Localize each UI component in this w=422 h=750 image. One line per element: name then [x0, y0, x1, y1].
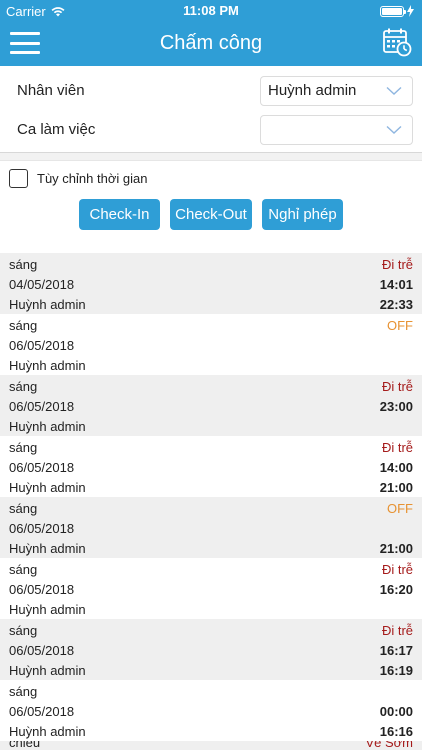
- record-status: OFF: [387, 501, 413, 516]
- record-time-in: 00:00: [379, 704, 413, 719]
- record-time-in: 14:01: [379, 277, 413, 292]
- record-status: OFF: [387, 318, 413, 333]
- record-shift: sáng: [9, 623, 38, 638]
- record-date: 06/05/2018: [9, 704, 75, 719]
- record-time-in: 16:20: [379, 582, 413, 597]
- section-divider: [0, 152, 422, 161]
- record-status: Đi trễ: [381, 379, 413, 394]
- record-status: Đi trễ: [381, 257, 413, 272]
- battery-indicator: [380, 5, 414, 17]
- record-date: 06/05/2018: [9, 338, 75, 353]
- record-employee: Huỳnh admin: [9, 724, 86, 739]
- record-employee: Huỳnh admin: [9, 541, 86, 556]
- record-time-out: 16:16: [379, 724, 413, 739]
- record-employee: Huỳnh admin: [9, 297, 86, 312]
- list-item[interactable]: sáng 06/05/2018 Huỳnh admin Đi trễ 14:00…: [0, 436, 422, 497]
- record-shift: sáng: [9, 501, 38, 516]
- check-in-button[interactable]: Check-In: [79, 199, 160, 230]
- list-item[interactable]: sáng 06/05/2018 Huỳnh admin OFF: [0, 314, 422, 375]
- charging-bolt-icon: [407, 5, 414, 17]
- shift-select[interactable]: [260, 114, 413, 145]
- navigation-bar: Chấm công: [0, 22, 422, 66]
- shift-label: Ca làm việc: [17, 121, 96, 138]
- record-shift: sáng: [9, 440, 38, 455]
- custom-time-label: Tùy chỉnh thời gian: [37, 171, 148, 186]
- list-item[interactable]: sáng 04/05/2018 Huỳnh admin Đi trễ 14:01…: [0, 253, 422, 314]
- employee-select[interactable]: Huỳnh admin: [260, 75, 413, 106]
- record-time-out: 21:00: [379, 541, 413, 556]
- record-status: Đi trễ: [381, 562, 413, 577]
- record-time-out: 16:19: [379, 663, 413, 678]
- record-status: Đi trễ: [381, 440, 413, 455]
- record-employee: Huỳnh admin: [9, 419, 86, 434]
- record-time-in: 14:00: [379, 460, 413, 475]
- record-status: Đi trễ: [381, 623, 413, 638]
- record-time-in: 23:00: [379, 399, 413, 414]
- record-shift: sáng: [9, 318, 38, 333]
- record-employee: Huỳnh admin: [9, 663, 86, 678]
- record-date: 06/05/2018: [9, 521, 75, 536]
- shift-row: Ca làm việc: [0, 110, 422, 149]
- employee-select-value: Huỳnh admin: [268, 82, 357, 99]
- record-shift: sáng: [9, 379, 38, 394]
- custom-time-checkbox[interactable]: [9, 169, 28, 188]
- employee-label: Nhân viên: [17, 82, 85, 99]
- record-shift: chiều: [9, 741, 41, 750]
- check-out-button[interactable]: Check-Out: [170, 199, 252, 230]
- record-employee: Huỳnh admin: [9, 358, 86, 373]
- chevron-down-icon: [386, 86, 402, 95]
- calendar-clock-icon[interactable]: [382, 27, 412, 57]
- chevron-down-icon: [386, 125, 402, 134]
- status-time: 11:08 PM: [183, 3, 239, 18]
- record-date: 04/05/2018: [9, 277, 75, 292]
- list-item[interactable]: sáng 06/05/2018 Huỳnh admin Đi trễ 16:20: [0, 558, 422, 619]
- record-date: 06/05/2018: [9, 460, 75, 475]
- attendance-list: sáng 04/05/2018 Huỳnh admin Đi trễ 14:01…: [0, 253, 422, 750]
- page-title: Chấm công: [159, 32, 263, 54]
- record-employee: Huỳnh admin: [9, 480, 86, 495]
- record-date: 06/05/2018: [9, 643, 75, 658]
- list-item[interactable]: sáng 06/05/2018 Huỳnh admin OFF 21:00: [0, 497, 422, 558]
- record-shift: sáng: [9, 562, 38, 577]
- action-buttons: Check-In Check-Out Nghỉ phép: [0, 197, 422, 241]
- employee-row: Nhân viên Huỳnh admin: [0, 71, 422, 110]
- battery-icon: [380, 5, 406, 17]
- status-bar: Carrier 11:08 PM: [0, 0, 422, 22]
- record-shift: sáng: [9, 684, 38, 699]
- record-time-out: 21:00: [379, 480, 413, 495]
- record-date: 06/05/2018: [9, 399, 75, 414]
- list-item[interactable]: sáng 06/05/2018 Huỳnh admin Đi trễ 16:17…: [0, 619, 422, 680]
- record-status: Về Sớm: [365, 741, 413, 750]
- list-item[interactable]: sáng 06/05/2018 Huỳnh admin 00:00 16:16: [0, 680, 422, 741]
- record-time-out: 22:33: [379, 297, 413, 312]
- leave-button[interactable]: Nghỉ phép: [262, 199, 343, 230]
- list-item[interactable]: chiều Về Sớm: [0, 741, 422, 750]
- record-time-in: 16:17: [379, 643, 413, 658]
- record-shift: sáng: [9, 257, 38, 272]
- custom-time-row: Tùy chỉnh thời gian: [0, 161, 422, 197]
- list-item[interactable]: sáng 06/05/2018 Huỳnh admin Đi trễ 23:00: [0, 375, 422, 436]
- record-date: 06/05/2018: [9, 582, 75, 597]
- record-employee: Huỳnh admin: [9, 602, 86, 617]
